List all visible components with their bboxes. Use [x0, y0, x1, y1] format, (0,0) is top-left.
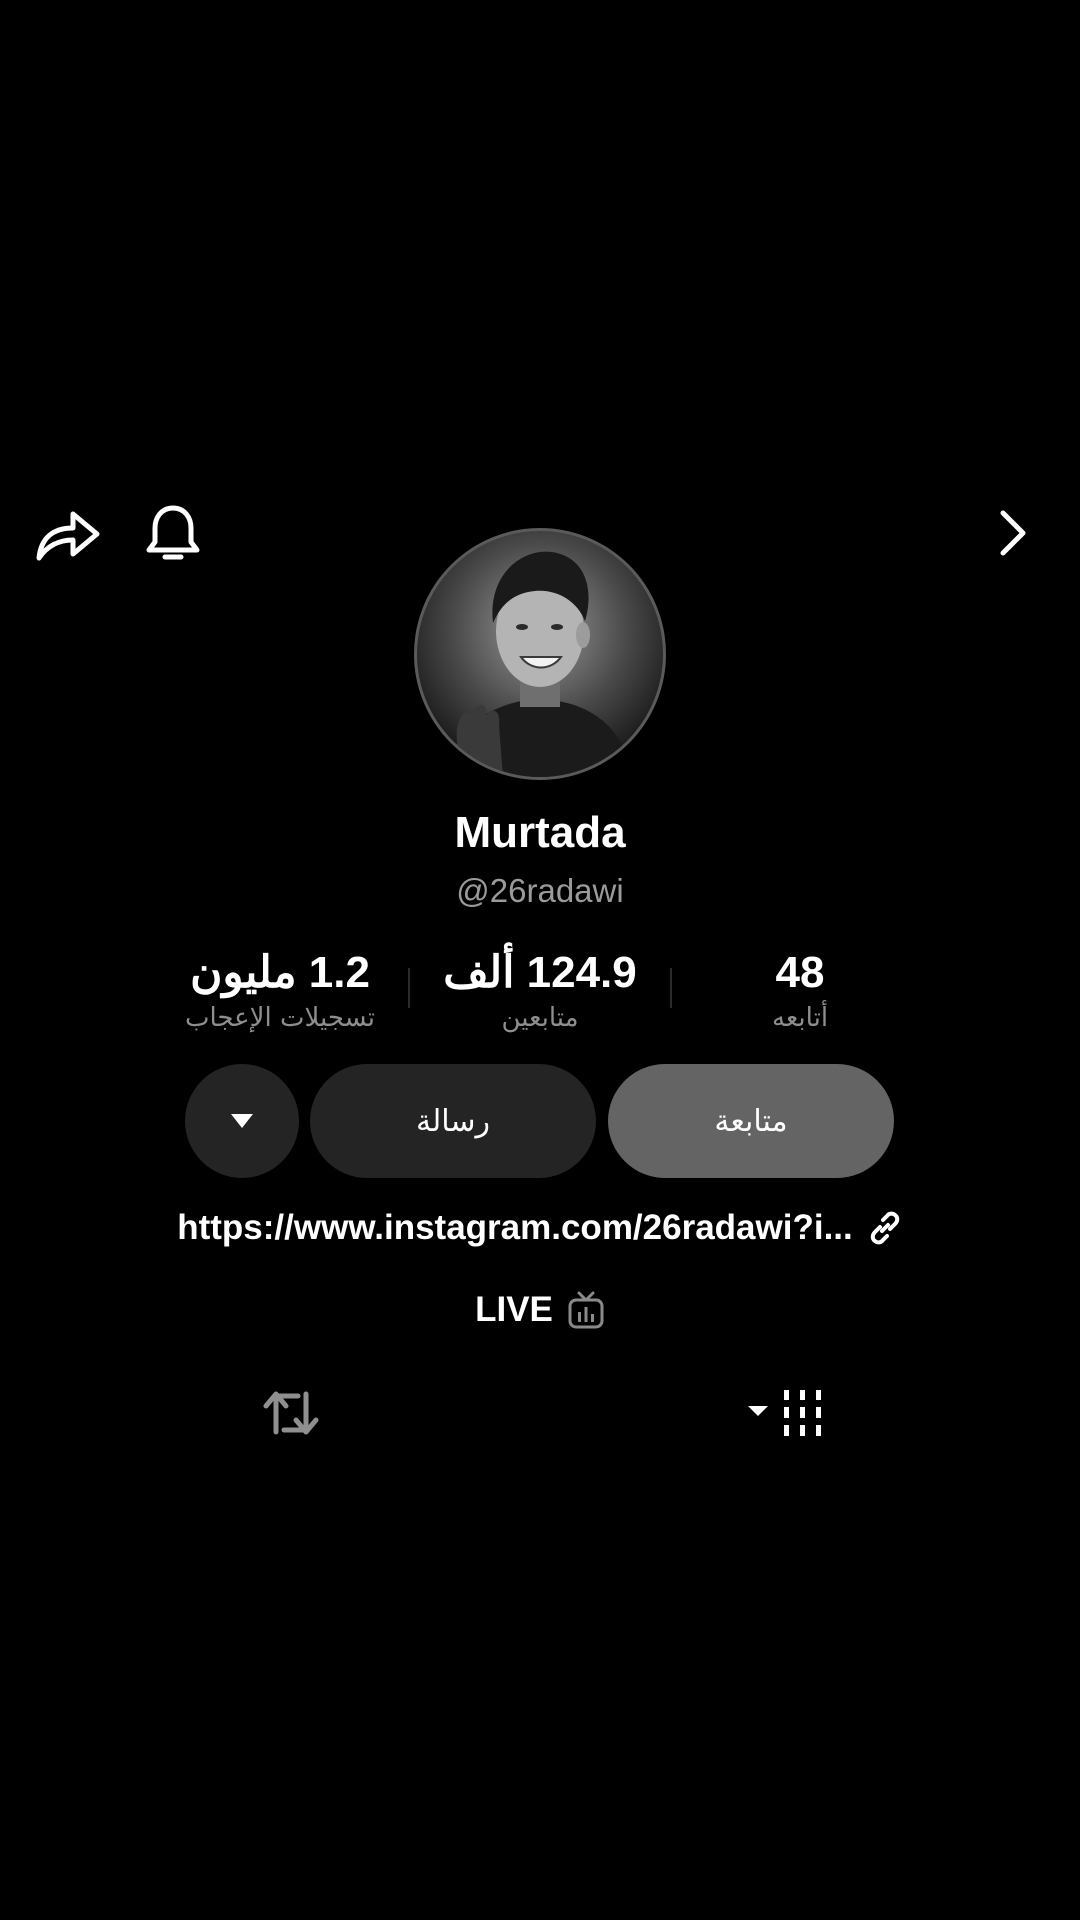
following-count: 48	[775, 948, 825, 997]
bio-link-text: https://www.instagram.com/26radawi?i...	[177, 1208, 853, 1247]
link-icon	[870, 1211, 899, 1245]
bio-link[interactable]: https://www.instagram.com/26radawi?i...	[0, 1198, 1080, 1258]
likes-label: تسجيلات الإعجاب	[184, 1003, 376, 1033]
live-link[interactable]: LIVE	[0, 1282, 1080, 1338]
avatar[interactable]	[414, 528, 666, 780]
stat-divider	[670, 968, 672, 1008]
live-tv-icon	[568, 1291, 604, 1329]
stat-divider	[408, 968, 410, 1008]
bell-icon	[146, 505, 200, 560]
avatar-portrait-image	[447, 551, 633, 777]
share-arrow-icon	[36, 511, 100, 561]
follow-button[interactable]: متابعة	[608, 1064, 894, 1178]
followers-label: متابعين	[501, 1003, 579, 1033]
tab-videos[interactable]	[746, 1384, 826, 1442]
next-button[interactable]	[992, 506, 1032, 560]
stat-followers[interactable]: 124.9 ألف متابعين	[420, 948, 660, 1038]
stat-following[interactable]: 48 أتابعه	[700, 948, 900, 1038]
caret-down-icon	[231, 1114, 253, 1128]
stat-likes: 1.2 مليون تسجيلات الإعجاب	[160, 948, 400, 1038]
message-button[interactable]: رسالة	[310, 1064, 596, 1178]
following-label: أتابعه	[771, 1003, 829, 1033]
profile-handle: @26radawi	[456, 872, 624, 909]
followers-count: 124.9 ألف	[443, 948, 637, 997]
profile-name: Murtada	[454, 808, 626, 857]
chevron-right-icon	[1000, 510, 1026, 556]
live-label: LIVE	[475, 1290, 553, 1329]
repost-icon	[263, 1391, 319, 1435]
tab-reposts[interactable]	[262, 1384, 320, 1442]
notifications-button[interactable]	[142, 500, 204, 566]
likes-count: 1.2 مليون	[190, 948, 370, 997]
more-options-button[interactable]	[185, 1064, 299, 1178]
grid-icon	[748, 1390, 821, 1436]
share-button[interactable]	[30, 500, 106, 566]
